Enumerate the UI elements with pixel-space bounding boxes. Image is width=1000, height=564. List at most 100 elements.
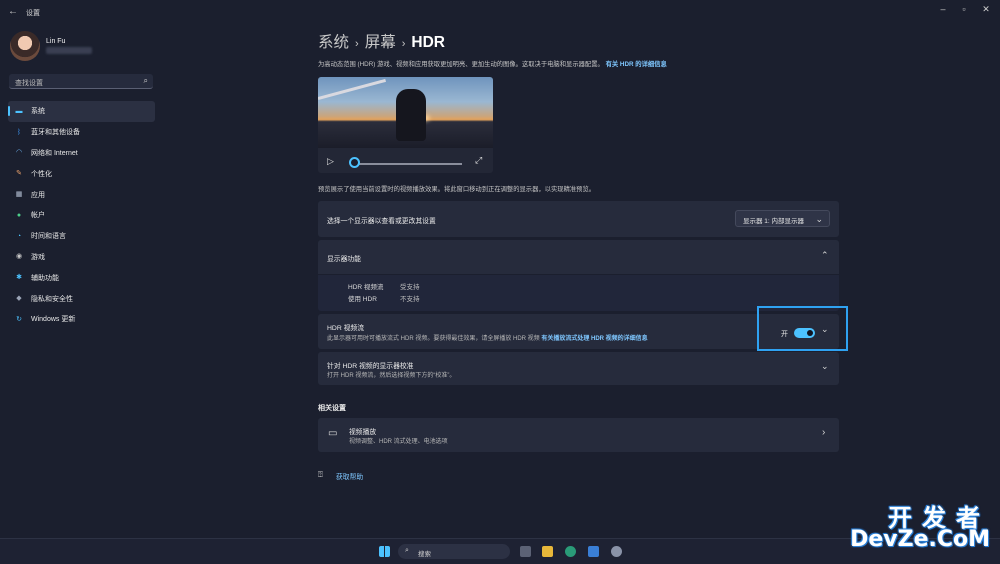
sidebar-item[interactable]: ↻ Windows 更新 <box>8 309 155 330</box>
minimize-icon[interactable]: – <box>933 4 953 18</box>
person-silhouette <box>396 89 426 141</box>
hdr-intro-text: 为高动态范围 (HDR) 游戏、视频和应用获取更加明亮、更加生动的图像。这取决于… <box>318 61 604 68</box>
calibration-title: 针对 HDR 视频的显示器校准 <box>327 363 414 370</box>
chevron-right-icon: › <box>355 38 359 50</box>
chevron-right-icon[interactable]: › <box>822 427 825 438</box>
breadcrumb-display[interactable]: 屏幕 <box>365 34 396 51</box>
user-name: Lin Fu <box>46 38 66 45</box>
user-email-blurred <box>46 47 92 54</box>
sidebar-item[interactable]: ◔ 时间和语言 <box>8 226 155 247</box>
video-playback-title: 视频播放 <box>349 429 377 436</box>
sidebar-item[interactable]: ● 帐户 <box>8 205 155 226</box>
avatar[interactable] <box>10 31 40 61</box>
sidebar-item[interactable]: ◉ 游戏 <box>8 247 155 268</box>
railing-shape <box>318 78 387 100</box>
shield-icon: ◆ <box>16 295 22 303</box>
help-icon[interactable]: ⍰ <box>318 470 323 480</box>
breadcrumb-system[interactable]: 系统 <box>318 34 349 51</box>
taskbar-search-label: 搜索 <box>418 551 431 558</box>
sidebar-item-label: 隐私和安全性 <box>31 295 73 303</box>
maximize-icon[interactable]: ▫ <box>954 4 974 18</box>
person-icon: ● <box>16 211 22 219</box>
video-camera-icon: ▭ <box>328 428 338 439</box>
capability-value: 不支持 <box>400 296 420 303</box>
monitor-icon: ▬ <box>15 107 23 115</box>
sidebar-item[interactable]: ✱ 辅助功能 <box>8 267 155 288</box>
apps-icon: ▦ <box>15 191 23 199</box>
sidebar-item-label: 系统 <box>31 108 45 116</box>
taskbar-search[interactable]: ⌕ 搜索 <box>398 544 510 559</box>
sidebar-item-label: 时间和语言 <box>31 233 66 241</box>
sidebar-item-label: 蓝牙和其他设备 <box>31 129 80 137</box>
page-title: HDR <box>411 34 445 51</box>
task-view-icon[interactable] <box>520 546 531 557</box>
capability-value: 受支持 <box>400 284 420 291</box>
chevron-down-icon: ⌄ <box>815 214 823 224</box>
file-explorer-icon[interactable] <box>542 546 553 557</box>
hdr-stream-subtitle-text: 此显示器可用时可播放流式 HDR 视频。要获得最佳效果，请全屏播放 HDR 视频 <box>327 336 540 342</box>
search-input[interactable]: 查找设置 <box>15 78 43 88</box>
globe-clock-icon: ◔ <box>16 232 22 240</box>
get-help-link[interactable]: 获取帮助 <box>336 471 363 481</box>
sidebar-item-label: 帐户 <box>31 212 45 220</box>
chevron-right-icon: › <box>401 38 406 50</box>
search-icon: ⌕ <box>405 547 409 554</box>
sidebar-nav: ▬ 系统 ᛒ 蓝牙和其他设备 ◠ 网络和 Internet ✎ 个性化 ▦ 应用 ● 帐户 ◔ 时间和语言… <box>8 101 155 330</box>
sidebar-item[interactable]: ◠ 网络和 Internet <box>8 143 155 164</box>
watermark-line2: DevZe.CoM <box>850 527 990 552</box>
sidebar-item[interactable]: ▦ 应用 <box>8 184 155 205</box>
start-icon[interactable] <box>379 546 390 557</box>
breadcrumb: 系统 › 屏幕 › HDR <box>318 30 445 52</box>
hdr-intro: 为高动态范围 (HDR) 游戏、视频和应用获取更加明亮、更加生动的图像。这取决于… <box>318 59 667 68</box>
hdr-stream-subtitle: 此显示器可用时可播放流式 HDR 视频。要获得最佳效果，请全屏播放 HDR 视频… <box>327 333 648 342</box>
edge-icon[interactable] <box>565 546 576 557</box>
calibration-card[interactable]: 针对 HDR 视频的显示器校准 打开 HDR 视频流，然后选择视频下方的“校准”… <box>318 352 839 385</box>
gamepad-icon: ◉ <box>15 253 23 261</box>
sidebar-item-label: 游戏 <box>31 253 45 261</box>
window-title: 设置 <box>26 10 40 17</box>
title-bar: ← 设置 – ▫ ✕ <box>0 0 1000 26</box>
preview-description: 预览展示了使用当前设置时的视频播放效果。将此窗口移动到正在调整的显示器，以实现精… <box>318 186 596 193</box>
fullscreen-icon[interactable]: ⤢ <box>475 155 482 166</box>
chevron-up-icon[interactable]: ⌃ <box>821 250 829 261</box>
brush-icon: ✎ <box>16 170 22 178</box>
accessibility-icon: ✱ <box>16 274 22 282</box>
hdr-video-preview: ▷ ⤢ <box>318 77 493 173</box>
display-select-label: 选择一个显示器以查看或更改其设置 <box>327 218 436 225</box>
hdr-stream-info-link[interactable]: 有关播放流式处理 HDR 视频的详细信息 <box>541 336 647 342</box>
related-settings-title: 相关设置 <box>318 405 346 412</box>
close-icon[interactable]: ✕ <box>976 4 996 18</box>
display-dropdown-value: 显示器 1: 内部显示器 <box>743 218 805 225</box>
sidebar-item[interactable]: ᛒ 蓝牙和其他设备 <box>8 122 155 143</box>
calibration-subtitle: 打开 HDR 视频流，然后选择视频下方的“校准”。 <box>327 373 456 379</box>
settings-gear-icon[interactable] <box>611 546 622 557</box>
video-seek-thumb[interactable] <box>349 157 360 168</box>
sidebar-item[interactable]: ◆ 隐私和安全性 <box>8 288 155 309</box>
sidebar-item[interactable]: ✎ 个性化 <box>8 163 155 184</box>
display-select-card: 选择一个显示器以查看或更改其设置 显示器 1: 内部显示器 ⌄ <box>318 201 839 237</box>
sidebar-item-label: 辅助功能 <box>31 274 59 282</box>
capability-label: 使用 HDR <box>348 296 377 303</box>
chevron-down-icon[interactable]: ⌄ <box>821 361 829 372</box>
bluetooth-icon: ᛒ <box>16 128 22 136</box>
capability-label: HDR 视频流 <box>348 284 384 291</box>
hdr-info-link[interactable]: 有关 HDR 的详细信息 <box>606 61 667 68</box>
settings-search[interactable]: 查找设置 ⌕ <box>9 74 153 89</box>
capabilities-header[interactable]: 显示器功能 ⌃ <box>318 240 839 274</box>
back-arrow-icon[interactable]: ← <box>8 6 18 17</box>
display-dropdown[interactable]: 显示器 1: 内部显示器 ⌄ <box>735 210 830 227</box>
search-icon[interactable]: ⌕ <box>144 76 148 86</box>
video-playback-card[interactable]: ▭ 视频播放 视频调整、HDR 流式处理、电池选项 › <box>318 418 839 452</box>
store-icon[interactable] <box>588 546 599 557</box>
hdr-stream-title: HDR 视频流 <box>327 325 365 332</box>
video-playback-subtitle: 视频调整、HDR 流式处理、电池选项 <box>349 439 448 445</box>
play-icon[interactable]: ▷ <box>327 156 334 167</box>
sidebar-item-label: 网络和 Internet <box>31 149 78 157</box>
sidebar-item-label: Windows 更新 <box>31 316 76 324</box>
sidebar-item[interactable]: ▬ 系统 <box>8 101 155 122</box>
wifi-icon: ◠ <box>15 149 23 157</box>
capabilities-title: 显示器功能 <box>327 256 361 263</box>
preview-image <box>318 77 493 148</box>
update-icon: ↻ <box>16 315 22 323</box>
video-seek-track[interactable] <box>356 163 462 165</box>
